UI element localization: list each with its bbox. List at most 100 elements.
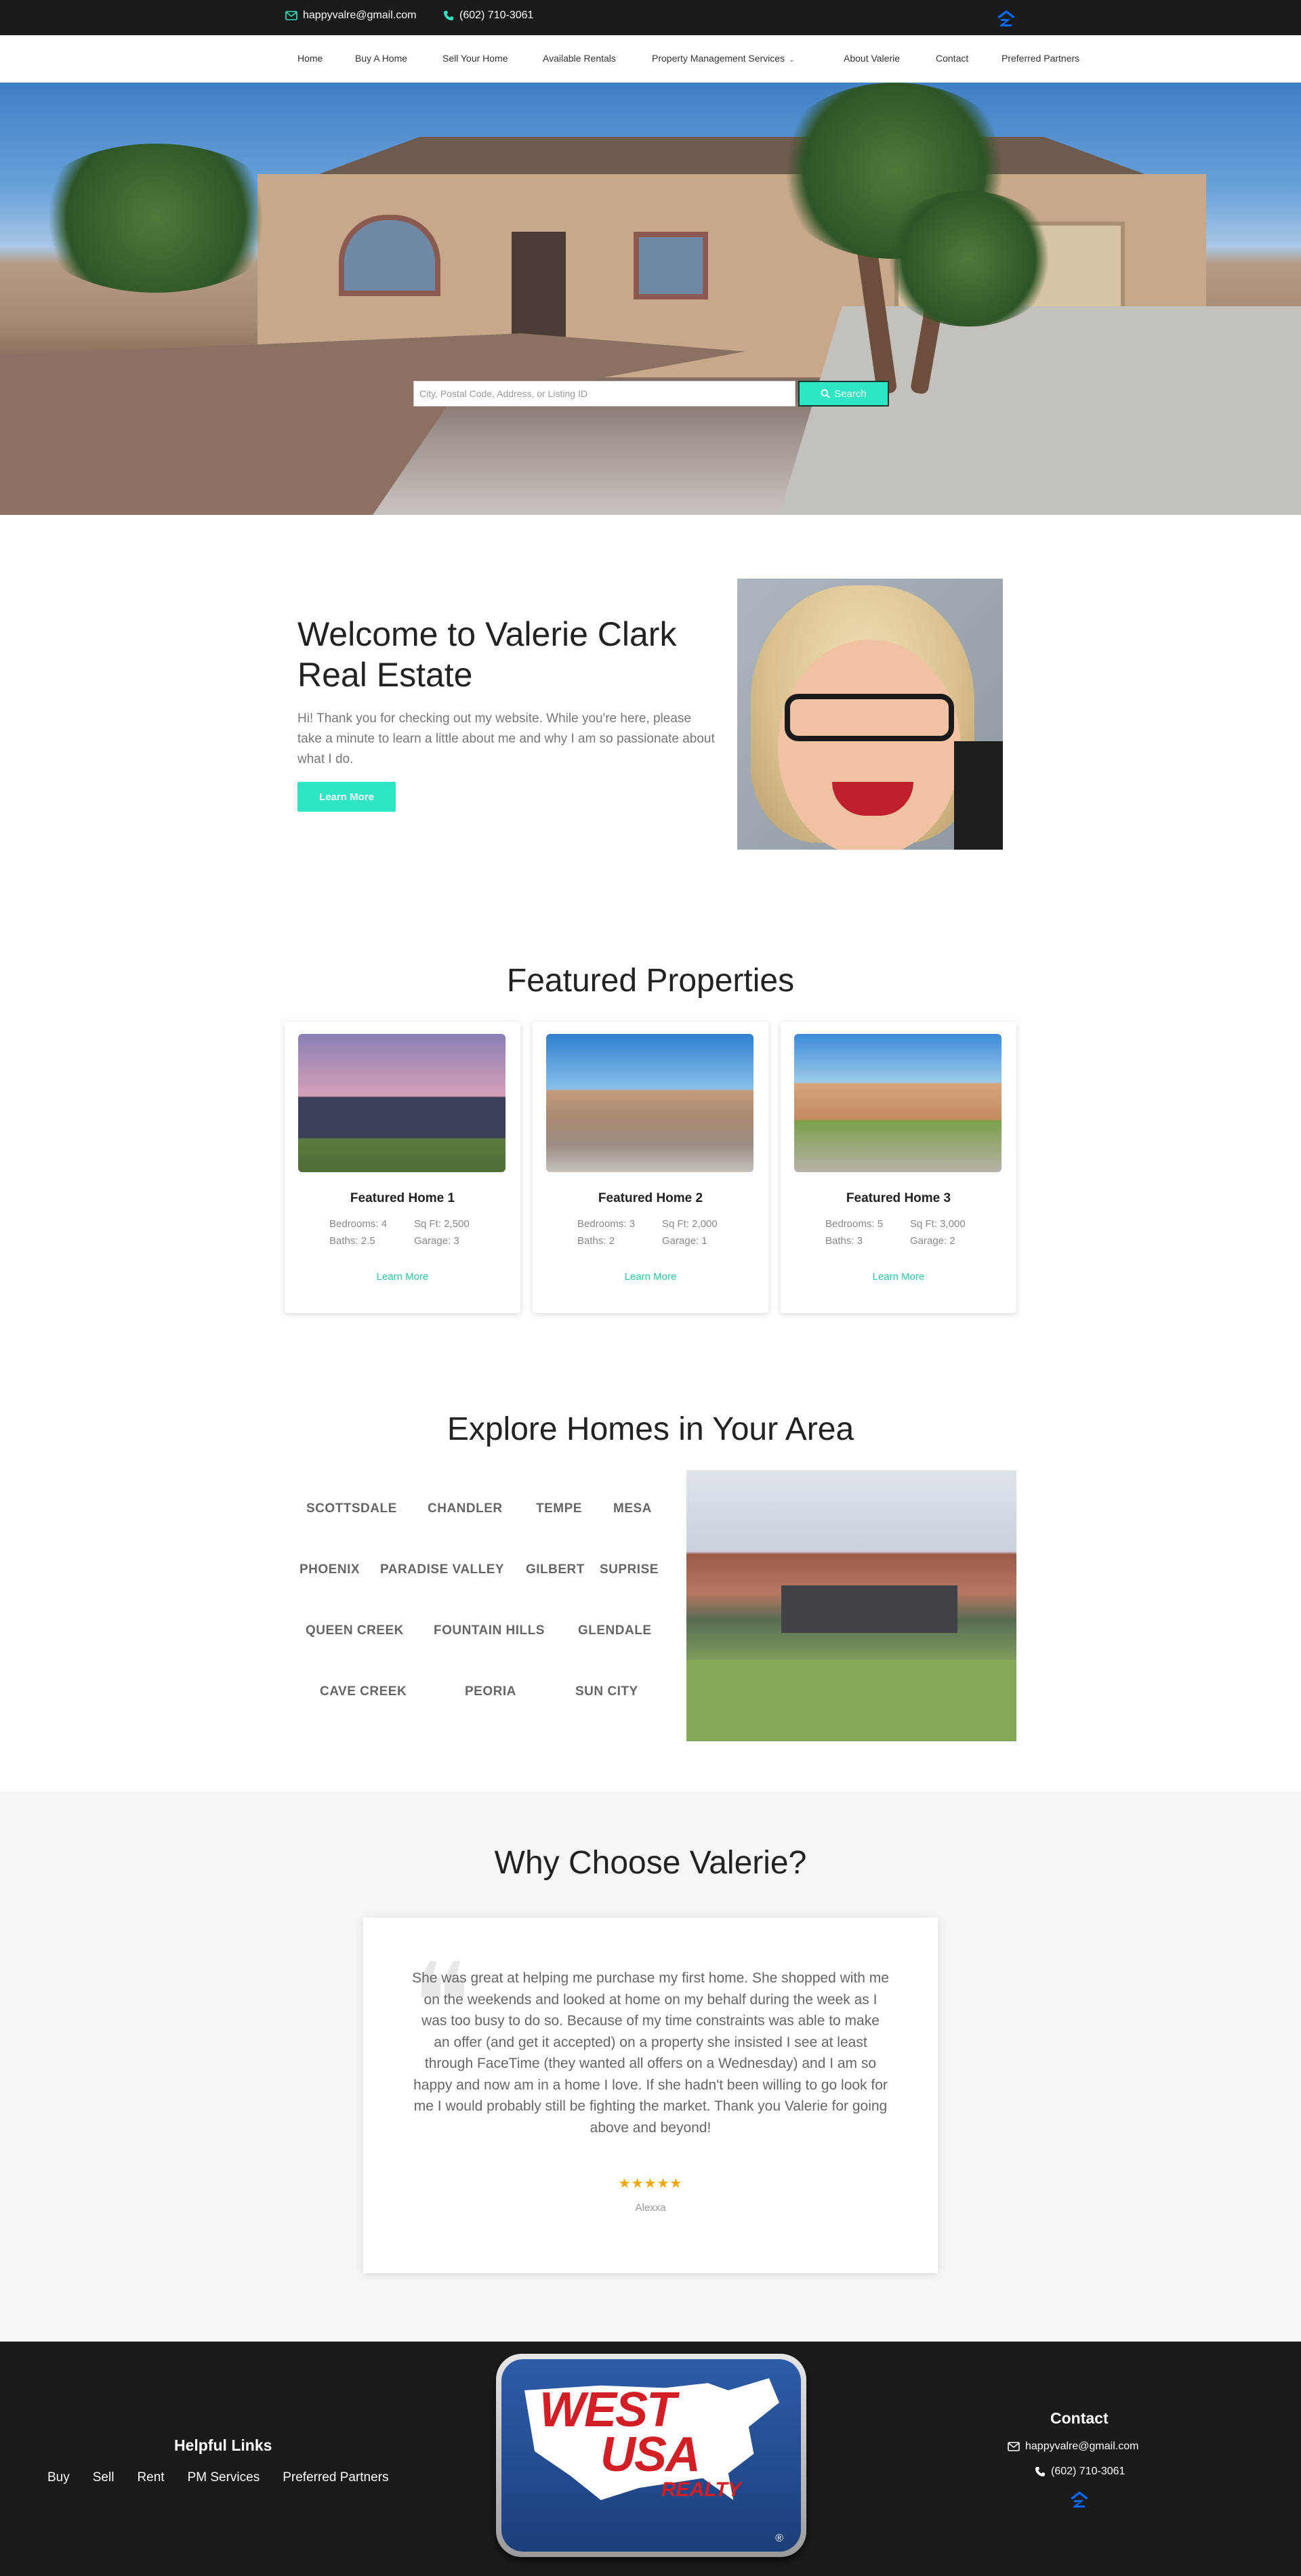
property-baths: Baths: 3 [825, 1235, 863, 1247]
registered-mark: ® [775, 2533, 783, 2544]
nav-item-available-rentals[interactable]: Available Rentals [543, 53, 616, 64]
portrait-glasses [785, 694, 954, 741]
nav-item-preferred-partners[interactable]: Preferred Partners [1001, 53, 1079, 64]
top-bar: happyvalre@gmail.com (602) 710-3061 [0, 0, 1301, 35]
area-link-gilbert[interactable]: GILBERT [526, 1562, 585, 1577]
property-card[interactable]: Featured Home 3 Bedrooms: 5 Sq Ft: 3,000… [781, 1022, 1016, 1313]
property-card[interactable]: Featured Home 2 Bedrooms: 3 Sq Ft: 2,000… [533, 1022, 768, 1313]
property-specs: Bedrooms: 5 Sq Ft: 3,000 Baths: 3 Garage… [825, 1218, 988, 1247]
hero-window [634, 232, 708, 299]
photo-lawn [686, 1660, 1016, 1741]
area-link-cave-creek[interactable]: CAVE CREEK [320, 1684, 407, 1699]
search-button-label[interactable]: Search [834, 388, 867, 400]
star-rating: ★★★★★ [618, 2176, 683, 2191]
testimonial-card: ❝ She was great at helping me purchase m… [363, 1917, 938, 2273]
hero-banner: Search [0, 83, 1301, 515]
property-name[interactable]: Featured Home 2 [533, 1191, 768, 1206]
testimonial-author: Alexxa [635, 2202, 666, 2214]
area-link-suprise[interactable]: SUPRISE [600, 1562, 659, 1577]
footer-email-text[interactable]: happyvalre@gmail.com [1025, 2440, 1138, 2453]
footer-phone[interactable]: (602) 710-3061 [1035, 2466, 1125, 2478]
area-link-sun-city[interactable]: SUN CITY [575, 1684, 638, 1699]
property-specs: Bedrooms: 4 Sq Ft: 2,500 Baths: 2.5 Gara… [329, 1218, 492, 1247]
property-learn-more-link[interactable]: Learn More [781, 1271, 1016, 1283]
logo-text-usa: USA [600, 2428, 701, 2482]
property-photo[interactable] [794, 1034, 1001, 1172]
phone-icon [1035, 2467, 1045, 2476]
nav-item-property-management[interactable]: Property Management Services ⌄ [652, 53, 794, 64]
property-bedrooms: Bedrooms: 4 [329, 1218, 388, 1230]
property-learn-more-link[interactable]: Learn More [285, 1271, 520, 1283]
learn-more-button[interactable]: Learn More [297, 782, 396, 812]
area-link-glendale[interactable]: GLENDALE [578, 1623, 652, 1638]
footer-email[interactable]: happyvalre@gmail.com [1008, 2440, 1138, 2453]
testimonials-title: Why Choose Valerie? [494, 1845, 807, 1881]
property-name[interactable]: Featured Home 3 [781, 1191, 1016, 1206]
search-bar: Search [413, 381, 889, 407]
footer-link-sell[interactable]: Sell [93, 2470, 115, 2485]
logo-text-realty: REALTY [661, 2478, 741, 2501]
property-baths: Baths: 2 [577, 1235, 615, 1247]
explore-area-photo [686, 1470, 1016, 1741]
property-sqft: Sq Ft: 2,000 [662, 1218, 718, 1230]
property-specs: Bedrooms: 3 Sq Ft: 2,000 Baths: 2 Garage… [577, 1218, 740, 1247]
nav-item-sell-your-home[interactable]: Sell Your Home [442, 53, 508, 64]
property-garage: Garage: 3 [414, 1235, 459, 1247]
area-link-tempe[interactable]: TEMPE [536, 1501, 582, 1516]
area-link-paradise-valley[interactable]: PARADISE VALLEY [380, 1562, 504, 1577]
topbar-phone-text[interactable]: (602) 710-3061 [459, 9, 533, 22]
hero-door [512, 232, 566, 344]
envelope-icon [285, 11, 297, 20]
welcome-text: Hi! Thank you for checking out my websit… [297, 711, 715, 766]
area-link-phoenix[interactable]: PHOENIX [300, 1562, 360, 1577]
logo-text-west: WEST [539, 2383, 676, 2437]
property-bedrooms: Bedrooms: 3 [577, 1218, 636, 1230]
footer: Helpful Links Buy Sell Rent PM Services … [0, 2342, 1301, 2576]
topbar-email-text[interactable]: happyvalre@gmail.com [303, 9, 416, 22]
area-link-chandler[interactable]: CHANDLER [428, 1501, 503, 1516]
search-input[interactable] [413, 381, 796, 407]
area-link-fountain-hills[interactable]: FOUNTAIN HILLS [434, 1623, 545, 1638]
featured-title: Featured Properties [506, 963, 795, 999]
main-nav: Home Buy A Home Sell Your Home Available… [0, 35, 1301, 83]
area-link-scottsdale[interactable]: SCOTTSDALE [306, 1501, 397, 1516]
property-learn-more-link[interactable]: Learn More [533, 1271, 768, 1283]
explore-title: Explore Homes in Your Area [447, 1411, 854, 1447]
nav-item-buy-a-home[interactable]: Buy A Home [355, 53, 407, 64]
footer-link-preferred-partners[interactable]: Preferred Partners [283, 2470, 388, 2485]
topbar-email[interactable]: happyvalre@gmail.com [285, 9, 416, 22]
testimonial-text: She was great at helping me purchase my … [412, 1970, 889, 2136]
chevron-down-icon[interactable]: ⌄ [789, 56, 794, 64]
area-link-peoria[interactable]: PEORIA [465, 1684, 516, 1699]
property-baths: Baths: 2.5 [329, 1235, 375, 1247]
property-sqft: Sq Ft: 2,500 [414, 1218, 470, 1230]
footer-link-buy[interactable]: Buy [47, 2470, 70, 2485]
property-garage: Garage: 2 [910, 1235, 955, 1247]
zillow-icon[interactable] [1069, 2489, 1090, 2510]
property-garage: Garage: 1 [662, 1235, 707, 1247]
palm-tree [881, 191, 1057, 327]
property-card[interactable]: Featured Home 1 Bedrooms: 4 Sq Ft: 2,500… [285, 1022, 520, 1313]
hero-gravel-yard [0, 333, 745, 515]
area-link-queen-creek[interactable]: QUEEN CREEK [306, 1623, 404, 1638]
property-name[interactable]: Featured Home 1 [285, 1191, 520, 1206]
property-photo[interactable] [298, 1034, 505, 1172]
footer-link-rent[interactable]: Rent [137, 2470, 164, 2485]
area-link-mesa[interactable]: MESA [613, 1501, 652, 1516]
footer-link-pm-services[interactable]: PM Services [188, 2470, 260, 2485]
photo-building [781, 1585, 957, 1633]
zillow-icon[interactable] [996, 8, 1016, 28]
nav-item-property-management-label[interactable]: Property Management Services [652, 53, 785, 64]
hero-driveway [779, 306, 1301, 515]
topbar-phone[interactable]: (602) 710-3061 [443, 9, 533, 22]
nav-item-about-valerie[interactable]: About Valerie [844, 53, 900, 64]
footer-links: Buy Sell Rent PM Services Preferred Part… [47, 2470, 389, 2485]
welcome-title: Welcome to Valerie Clark Real Estate [297, 615, 677, 694]
nav-item-home[interactable]: Home [297, 53, 323, 64]
nav-item-contact[interactable]: Contact [936, 53, 968, 64]
logo-inner: WEST USA REALTY ® [501, 2359, 801, 2552]
search-icon [821, 389, 831, 398]
search-button[interactable]: Search [798, 381, 889, 407]
property-photo[interactable] [546, 1034, 753, 1172]
footer-phone-text[interactable]: (602) 710-3061 [1051, 2466, 1125, 2478]
